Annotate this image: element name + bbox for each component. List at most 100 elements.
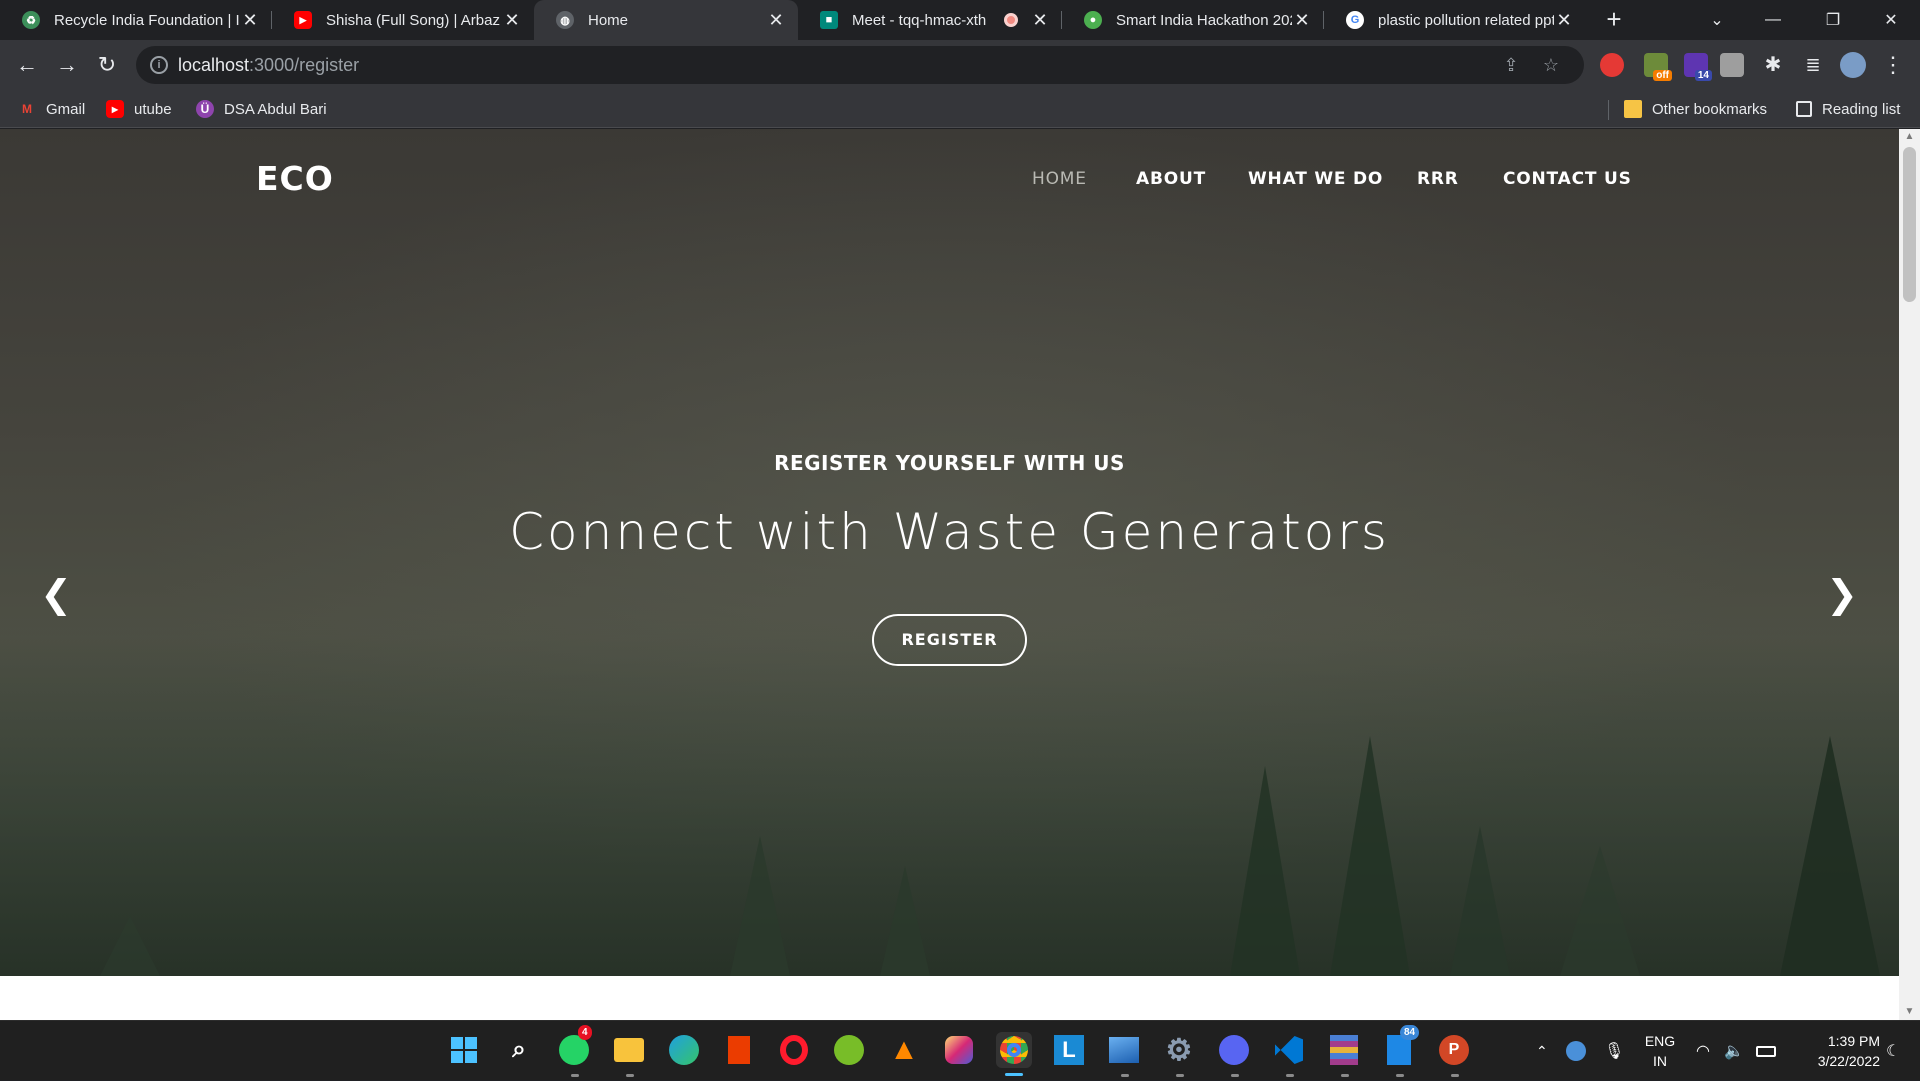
vscode-icon[interactable] [1271, 1032, 1307, 1068]
carousel-next-icon[interactable]: ❯ [1822, 569, 1862, 619]
tab-close-icon[interactable]: ✕ [766, 10, 786, 30]
nav-about[interactable]: ABOUT [1136, 169, 1206, 189]
tray-app-icon[interactable] [1566, 1021, 1586, 1081]
globe-favicon-icon: ◍ [556, 11, 574, 29]
tab-title: plastic pollution related ppt [1378, 11, 1554, 29]
vlc-icon[interactable]: ▲ [886, 1032, 922, 1068]
close-window-button[interactable]: ✕ [1864, 0, 1918, 40]
nav-rrr[interactable]: RRR [1417, 169, 1459, 189]
settings-gear-icon[interactable]: ⚙ [1161, 1032, 1197, 1068]
page-scrollbar[interactable]: ▲ ▼ [1899, 129, 1920, 1020]
tab-title: Home [588, 11, 629, 29]
tab-close-icon[interactable]: ✕ [1554, 10, 1574, 30]
url-text[interactable]: localhost:3000/register [178, 55, 359, 76]
edge-icon[interactable] [666, 1032, 702, 1068]
forward-arrow-icon[interactable]: → [52, 50, 82, 80]
tab-meet[interactable]: ■ Meet - tqq-hmac-xth ✕ [798, 0, 1062, 40]
reading-list[interactable]: Reading list [1796, 90, 1900, 128]
windows-taskbar: ⌕ 4 ▲ L ⚙ 84 P ⌃ 🎙 ENG IN ◠ 🔈 1:39 PM 3/22… [0, 1020, 1920, 1080]
extension-red-icon[interactable] [1600, 53, 1624, 77]
hero-carousel: ECO HOME ABOUT WHAT WE DO RRR CONTACT US… [0, 129, 1899, 976]
tab-close-icon[interactable]: ✕ [502, 10, 522, 30]
youtube-icon: ▶ [106, 100, 124, 118]
page-body-strip [0, 976, 1899, 1020]
profile-avatar[interactable] [1840, 52, 1866, 78]
windows-start-icon[interactable] [446, 1032, 482, 1068]
tray-chevron-icon[interactable]: ⌃ [1536, 1021, 1548, 1081]
forest-silhouette [0, 616, 1899, 976]
tab-google-search[interactable]: G plastic pollution related ppt ✕ [1324, 0, 1586, 40]
recycle-favicon-icon: ♻ [22, 11, 40, 29]
share-icon[interactable]: ⇪ [1500, 54, 1522, 76]
media-control-icon[interactable]: ≣ [1798, 50, 1828, 80]
recording-icon [1004, 13, 1018, 27]
file-explorer-icon[interactable] [611, 1032, 647, 1068]
tab-title: Smart India Hackathon 202 [1116, 11, 1292, 29]
bookmarks-bar: M Gmail ▶ utube Ü DSA Abdul Bari Other b… [0, 90, 1920, 128]
search-icon[interactable]: ⌕ [501, 1032, 537, 1068]
bookmark-star-icon[interactable]: ☆ [1540, 54, 1562, 76]
tab-search-chevron-icon[interactable]: ⌄ [1690, 0, 1744, 40]
other-bookmarks[interactable]: Other bookmarks [1624, 90, 1767, 128]
tab-close-icon[interactable]: ✕ [1292, 10, 1312, 30]
meet-favicon-icon: ■ [820, 11, 838, 29]
tab-sih[interactable]: ● Smart India Hackathon 202 ✕ [1062, 0, 1324, 40]
input-language[interactable]: ENG IN [1640, 1031, 1680, 1071]
extensions-puzzle-icon[interactable]: ✱ [1758, 50, 1788, 80]
hero-headline: Connect with Waste Generators [509, 503, 1390, 561]
scroll-up-icon[interactable]: ▲ [1899, 129, 1920, 145]
bookmark-dsa[interactable]: Ü DSA Abdul Bari [196, 90, 327, 128]
carousel-prev-icon[interactable]: ❮ [36, 569, 76, 619]
tab-close-icon[interactable]: ✕ [1030, 10, 1050, 30]
menu-kebab-icon[interactable]: ⋮ [1878, 50, 1908, 80]
powerpoint-icon[interactable]: P [1436, 1032, 1472, 1068]
site-logo[interactable]: ECO [256, 159, 334, 198]
tab-home[interactable]: ◍ Home ✕ [534, 0, 798, 40]
notification-moon-icon[interactable]: ☾ [1886, 1021, 1900, 1081]
dsa-icon: Ü [196, 100, 214, 118]
chrome-icon[interactable] [996, 1032, 1032, 1068]
nav-contact-us[interactable]: CONTACT US [1503, 169, 1632, 189]
tab-title: Meet - tqq-hmac-xth [852, 11, 987, 29]
address-bar[interactable]: i localhost:3000/register ⇪ ☆ [136, 46, 1584, 84]
extension-home-icon[interactable]: off [1644, 53, 1672, 81]
extension-purple-icon[interactable]: 14 [1684, 53, 1712, 81]
bulb-favicon-icon: ● [1084, 11, 1102, 29]
minimize-button[interactable]: — [1746, 0, 1800, 40]
winrar-icon[interactable] [1326, 1032, 1362, 1068]
opera-icon[interactable] [776, 1032, 812, 1068]
gmail-icon: M [22, 102, 32, 116]
scroll-thumb[interactable] [1903, 147, 1916, 302]
extension-grey-icon[interactable] [1720, 53, 1744, 77]
browser-toolbar: ← → ↻ i localhost:3000/register ⇪ ☆ off … [0, 40, 1920, 90]
tab-title: Recycle India Foundation | I [54, 11, 240, 29]
instagram-icon[interactable] [941, 1032, 977, 1068]
notepad-badge: 84 [1400, 1025, 1420, 1040]
l-app-icon[interactable]: L [1051, 1032, 1087, 1068]
discord-icon[interactable] [1216, 1032, 1252, 1068]
office-icon[interactable] [721, 1032, 757, 1068]
reload-icon[interactable]: ↻ [92, 50, 122, 80]
bookmark-utube[interactable]: ▶ utube [106, 90, 172, 128]
youtube-favicon-icon: ▶ [294, 11, 312, 29]
tab-youtube-song[interactable]: ▶ Shisha (Full Song) | Arbaz K ✕ [272, 0, 534, 40]
microphone-icon[interactable]: 🎙 [1604, 1021, 1624, 1081]
restore-button[interactable]: ❐ [1806, 0, 1860, 40]
nav-what-we-do[interactable]: WHAT WE DO [1248, 169, 1383, 189]
site-info-icon[interactable]: i [150, 56, 168, 74]
volume-icon[interactable]: 🔈 [1724, 1021, 1744, 1081]
new-tab-button[interactable]: + [1600, 6, 1628, 34]
utorrent-icon[interactable] [831, 1032, 867, 1068]
register-button[interactable]: REGISTER [872, 614, 1027, 666]
scroll-down-icon[interactable]: ▼ [1899, 1004, 1920, 1020]
battery-icon[interactable] [1756, 1021, 1776, 1081]
back-arrow-icon[interactable]: ← [12, 50, 42, 80]
bookmark-gmail[interactable]: M Gmail [18, 90, 85, 128]
tab-title: Shisha (Full Song) | Arbaz K [326, 11, 502, 29]
nav-home[interactable]: HOME [1032, 169, 1087, 189]
tab-close-icon[interactable]: ✕ [240, 10, 260, 30]
photos-icon[interactable] [1106, 1032, 1142, 1068]
system-clock[interactable]: 1:39 PM 3/22/2022 [1786, 1031, 1880, 1071]
wifi-icon[interactable]: ◠ [1696, 1021, 1710, 1081]
tab-recycle-india[interactable]: ♻ Recycle India Foundation | I ✕ [0, 0, 272, 40]
